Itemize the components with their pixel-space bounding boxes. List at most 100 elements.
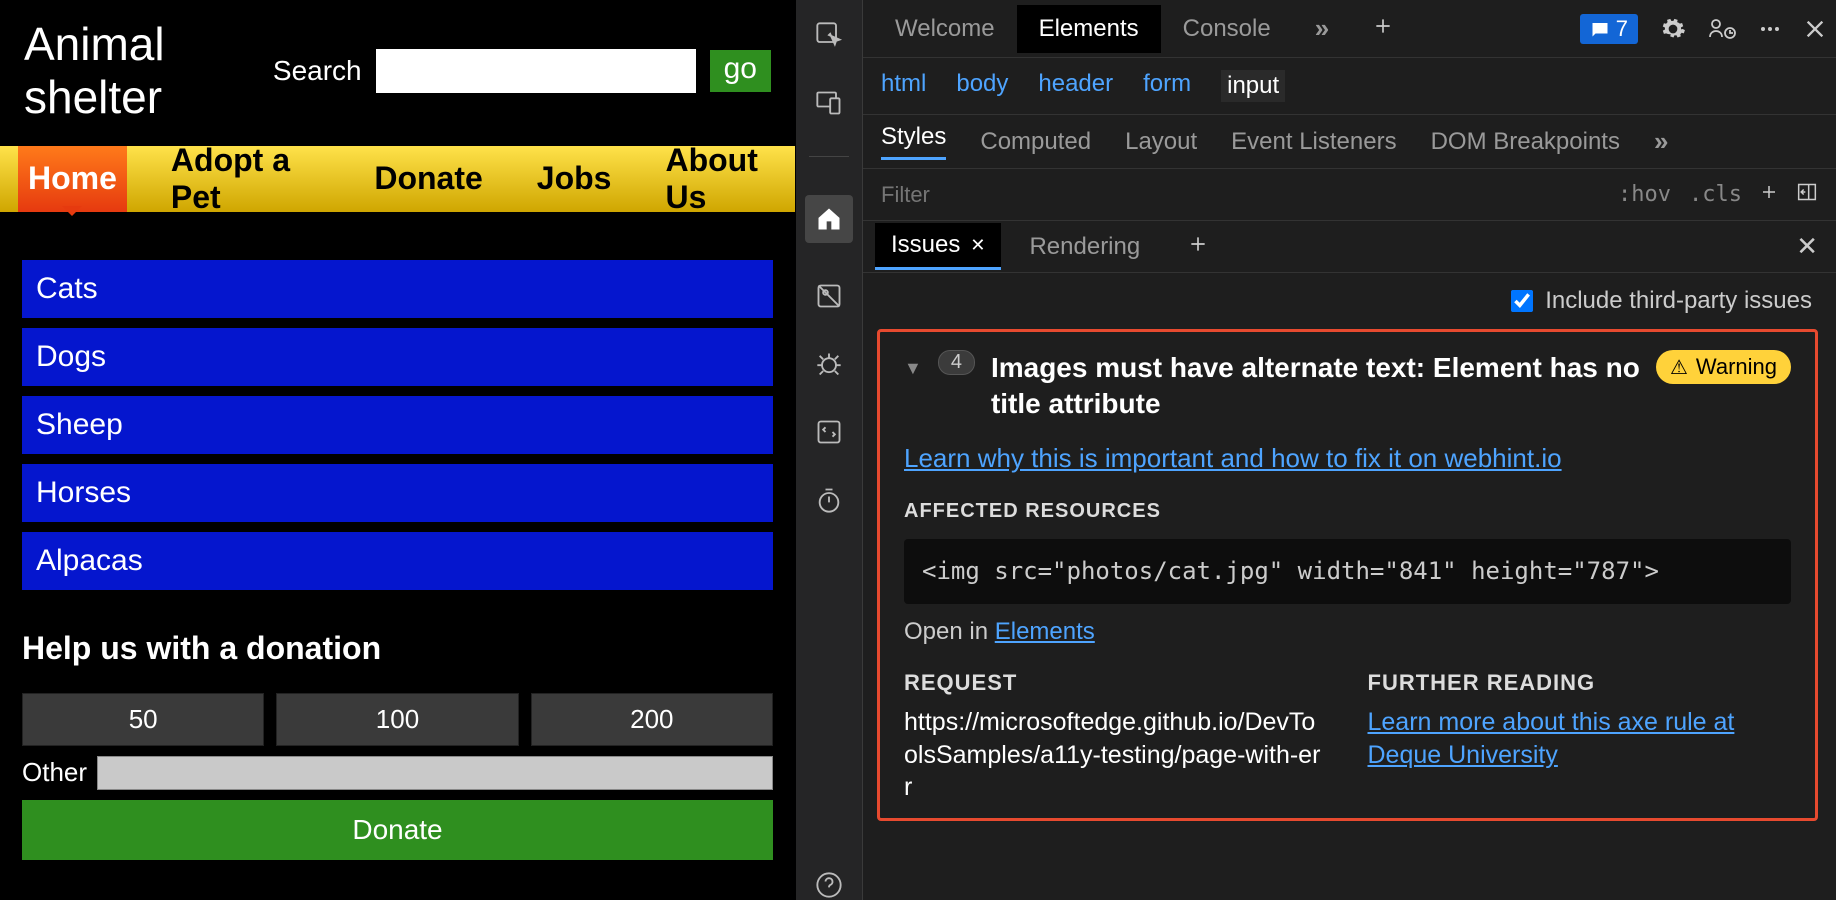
nav-jobs[interactable]: Jobs bbox=[527, 146, 622, 212]
dom-breadcrumbs: html body header form input bbox=[863, 58, 1836, 115]
subtab-styles[interactable]: Styles bbox=[881, 123, 946, 160]
subtab-computed[interactable]: Computed bbox=[980, 128, 1091, 156]
warning-icon: ⚠ bbox=[1670, 355, 1688, 380]
more-options-icon[interactable] bbox=[1758, 17, 1782, 41]
issues-count: 7 bbox=[1616, 16, 1628, 42]
add-drawer-tab-button[interactable] bbox=[1188, 234, 1208, 260]
toggle-sidebar-icon[interactable] bbox=[1796, 182, 1818, 208]
issue-header: ▼ 4 Images must have alternate text: Ele… bbox=[904, 350, 1791, 423]
devtools-activity-bar bbox=[795, 0, 863, 900]
help-icon[interactable] bbox=[814, 870, 844, 900]
close-issues-tab-icon[interactable]: ✕ bbox=[970, 235, 985, 256]
include-third-party-checkbox[interactable] bbox=[1511, 290, 1533, 312]
toggle-icon[interactable] bbox=[814, 417, 844, 447]
nav-donate[interactable]: Donate bbox=[364, 146, 492, 212]
device-emulation-icon[interactable] bbox=[814, 88, 844, 118]
hov-toggle[interactable]: :hov bbox=[1618, 182, 1671, 207]
further-reading-column: FURTHER READING Learn more about this ax… bbox=[1368, 670, 1792, 804]
request-url: https://microsoftedge.github.io/DevTools… bbox=[904, 706, 1328, 804]
site-title: Animal shelter bbox=[24, 18, 273, 124]
animal-list: Cats Dogs Sheep Horses Alpacas bbox=[0, 212, 795, 590]
subtab-layout[interactable]: Layout bbox=[1125, 128, 1197, 156]
styles-tabs: Styles Computed Layout Event Listeners D… bbox=[863, 115, 1836, 169]
amount-200-button[interactable]: 200 bbox=[531, 693, 773, 746]
warning-badge: ⚠ Warning bbox=[1656, 350, 1791, 384]
devtools-pane: Welcome Elements Console » 7 bbox=[863, 0, 1836, 900]
site-header: Animal shelter Search go bbox=[0, 0, 795, 124]
search-form: Search go bbox=[273, 49, 771, 93]
issue-title: Images must have alternate text: Element… bbox=[991, 350, 1640, 423]
donation-heading: Help us with a donation bbox=[22, 630, 773, 667]
crumb-html[interactable]: html bbox=[881, 70, 926, 102]
further-reading-link[interactable]: Learn more about this axe rule at Deque … bbox=[1368, 708, 1735, 769]
include-third-party-label: Include third-party issues bbox=[1545, 287, 1812, 315]
search-label: Search bbox=[273, 55, 362, 87]
list-item[interactable]: Cats bbox=[22, 260, 773, 318]
nav-about[interactable]: About Us bbox=[655, 146, 795, 212]
styles-filter-row: :hov .cls bbox=[863, 169, 1836, 221]
more-subtabs-chevron-icon[interactable]: » bbox=[1654, 126, 1668, 157]
list-item[interactable]: Alpacas bbox=[22, 532, 773, 590]
tab-welcome[interactable]: Welcome bbox=[873, 5, 1017, 53]
donate-button[interactable]: Donate bbox=[22, 800, 773, 860]
home-icon[interactable] bbox=[805, 195, 853, 243]
amount-100-button[interactable]: 100 bbox=[276, 693, 518, 746]
other-amount-row: Other bbox=[22, 756, 773, 790]
stopwatch-icon[interactable] bbox=[814, 485, 844, 515]
include-third-party-row: Include third-party issues bbox=[863, 273, 1836, 329]
crumb-input[interactable]: input bbox=[1221, 70, 1285, 102]
close-devtools-button[interactable] bbox=[1804, 18, 1826, 40]
main-nav: Home Adopt a Pet Donate Jobs About Us bbox=[0, 146, 795, 212]
learn-more-link[interactable]: Learn why this is important and how to f… bbox=[904, 443, 1791, 474]
nav-adopt[interactable]: Adopt a Pet bbox=[161, 146, 330, 212]
amount-50-button[interactable]: 50 bbox=[22, 693, 264, 746]
open-in-row: Open in Elements bbox=[904, 618, 1791, 646]
crumb-body[interactable]: body bbox=[956, 70, 1008, 102]
drawer-tab-issues[interactable]: Issues ✕ bbox=[875, 223, 1001, 270]
image-off-icon[interactable] bbox=[814, 281, 844, 311]
bug-icon[interactable] bbox=[814, 349, 844, 379]
drawer-tabs: Issues ✕ Rendering ✕ bbox=[863, 221, 1836, 273]
cls-toggle[interactable]: .cls bbox=[1689, 182, 1742, 207]
more-tabs-chevron-icon[interactable]: » bbox=[1293, 3, 1351, 54]
list-item[interactable]: Sheep bbox=[22, 396, 773, 454]
send-feedback-icon[interactable] bbox=[1708, 16, 1736, 42]
affected-code-snippet: <img src="photos/cat.jpg" width="841" he… bbox=[904, 539, 1791, 605]
open-in-prefix: Open in bbox=[904, 618, 995, 645]
request-column: REQUEST https://microsoftedge.github.io/… bbox=[904, 670, 1328, 804]
drawer-tab-issues-label: Issues bbox=[891, 231, 960, 259]
list-item[interactable]: Dogs bbox=[22, 328, 773, 386]
styles-filter-input[interactable] bbox=[881, 182, 1600, 208]
nav-home[interactable]: Home bbox=[18, 146, 127, 212]
crumb-header[interactable]: header bbox=[1038, 70, 1113, 102]
search-go-button[interactable]: go bbox=[710, 50, 771, 92]
separator bbox=[809, 156, 849, 157]
other-amount-input[interactable] bbox=[97, 756, 773, 790]
further-reading-heading: FURTHER READING bbox=[1368, 670, 1792, 696]
drawer-tab-rendering[interactable]: Rendering bbox=[1013, 225, 1156, 269]
crumb-form[interactable]: form bbox=[1143, 70, 1191, 102]
collapse-toggle-icon[interactable]: ▼ bbox=[904, 358, 922, 379]
list-item[interactable]: Horses bbox=[22, 464, 773, 522]
other-label: Other bbox=[22, 757, 87, 788]
website-pane: Animal shelter Search go Home Adopt a Pe… bbox=[0, 0, 795, 900]
issue-detail-panel: ▼ 4 Images must have alternate text: Ele… bbox=[877, 329, 1818, 821]
tab-console[interactable]: Console bbox=[1161, 5, 1293, 53]
search-input[interactable] bbox=[376, 49, 696, 93]
open-in-elements-link[interactable]: Elements bbox=[995, 618, 1095, 645]
issue-count-pill: 4 bbox=[938, 350, 975, 375]
gear-icon[interactable] bbox=[1660, 16, 1686, 42]
issues-count-badge[interactable]: 7 bbox=[1580, 14, 1638, 44]
inspect-icon[interactable] bbox=[814, 20, 844, 50]
amount-buttons: 50 100 200 bbox=[22, 693, 773, 746]
issue-columns: REQUEST https://microsoftedge.github.io/… bbox=[904, 670, 1791, 804]
donation-section: Help us with a donation 50 100 200 Other… bbox=[0, 590, 795, 860]
add-tab-button[interactable] bbox=[1351, 5, 1415, 53]
subtab-dom-breakpoints[interactable]: DOM Breakpoints bbox=[1431, 128, 1620, 156]
close-drawer-button[interactable]: ✕ bbox=[1796, 231, 1818, 262]
tab-elements[interactable]: Elements bbox=[1017, 5, 1161, 53]
subtab-event-listeners[interactable]: Event Listeners bbox=[1231, 128, 1396, 156]
devtools-main-tabs: Welcome Elements Console » 7 bbox=[863, 0, 1836, 58]
affected-resources-heading: AFFECTED RESOURCES bbox=[904, 500, 1791, 523]
new-style-rule-button[interactable] bbox=[1760, 182, 1778, 207]
